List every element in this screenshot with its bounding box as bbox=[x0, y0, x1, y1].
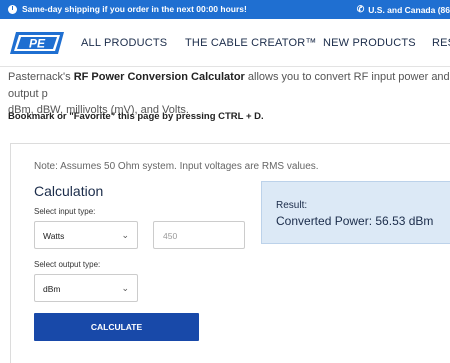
calculate-button[interactable]: CALCULATE bbox=[34, 313, 199, 341]
shipping-notice: Same-day shipping if you order in the ne… bbox=[8, 4, 247, 14]
chevron-down-icon: ⌄ bbox=[121, 230, 129, 240]
pe-logo[interactable]: PE bbox=[10, 32, 64, 54]
output-type-label: Select output type: bbox=[34, 260, 101, 269]
chevron-down-icon: ⌄ bbox=[121, 283, 129, 293]
result-label: Result: bbox=[276, 200, 308, 211]
bookmark-hint: Bookmark or "Favorite" this page by pres… bbox=[8, 111, 264, 122]
calculator-title: Calculation bbox=[34, 183, 104, 199]
converted-power-result: Converted Power: 56.53 dBm bbox=[276, 214, 434, 228]
nav-cable-creator[interactable]: THE CABLE CREATOR™ bbox=[185, 37, 317, 49]
input-type-value: Watts bbox=[43, 231, 65, 241]
input-value-field[interactable]: 450 bbox=[153, 221, 245, 249]
calculator-panel: Note: Assumes 50 Ohm system. Input volta… bbox=[10, 143, 450, 363]
region-text[interactable]: U.S. and Canada (86 bbox=[368, 5, 450, 15]
logo-text: PE bbox=[29, 37, 46, 51]
input-value: 450 bbox=[163, 231, 178, 241]
output-type-value: dBm bbox=[43, 284, 61, 294]
output-type-select[interactable]: dBm ⌄ bbox=[34, 274, 138, 302]
region-selector[interactable]: ✆ U.S. and Canada (86 bbox=[357, 4, 450, 15]
result-box: Result: Converted Power: 56.53 dBm bbox=[261, 181, 450, 244]
shipping-text: Same-day shipping if you order in the ne… bbox=[22, 4, 247, 14]
phone-icon: ✆ bbox=[356, 4, 365, 14]
tool-name: RF Power Conversion Calculator bbox=[73, 71, 245, 83]
input-type-select[interactable]: Watts ⌄ bbox=[34, 221, 138, 249]
top-announcement-bar: Same-day shipping if you order in the ne… bbox=[0, 0, 450, 19]
clock-icon bbox=[8, 4, 17, 14]
intro-prefix: Pasternack's bbox=[8, 71, 74, 83]
nav-all-products[interactable]: ALL PRODUCTS bbox=[81, 37, 167, 49]
input-type-label: Select input type: bbox=[34, 207, 96, 216]
calculator-note: Note: Assumes 50 Ohm system. Input volta… bbox=[34, 161, 319, 172]
main-navigation: PE ALL PRODUCTS THE CABLE CREATOR™ NEW P… bbox=[0, 19, 450, 67]
nav-new-products[interactable]: NEW PRODUCTS bbox=[323, 37, 416, 49]
nav-resources[interactable]: RES bbox=[432, 37, 450, 49]
